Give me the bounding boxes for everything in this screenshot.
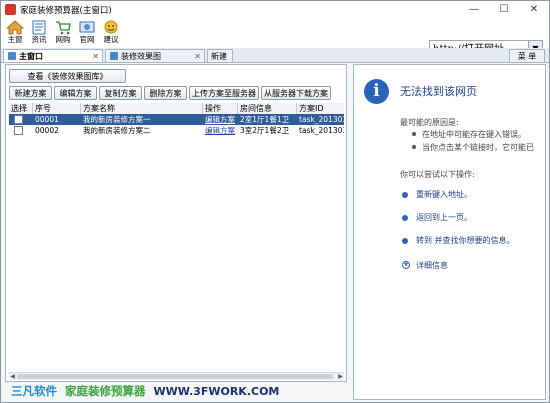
go-back-link[interactable]: 返回到上一页。 — [416, 212, 472, 223]
tab-new[interactable]: 新建 — [207, 49, 233, 62]
tab-new-label: 新建 — [211, 52, 227, 61]
try-heading: 你可以尝试以下操作: — [400, 170, 475, 179]
toolbar-news-button[interactable]: 资讯 — [27, 20, 51, 48]
toolbar-suggestion-label: 建议 — [103, 35, 119, 44]
toolbar-official-site-button[interactable]: 官网 — [75, 20, 99, 48]
column-room-info[interactable]: 房间信息 — [238, 103, 297, 114]
title-bar: 家庭装修预算器(主窗口) — ☐ ✕ — [1, 1, 549, 18]
toolbar-home-button[interactable]: 主窗 — [3, 20, 27, 48]
row-plan-id: task_20130301 — [299, 126, 344, 135]
browser-panel: i 无法找到该网页 最可能的原因是: 在地址中可能存在键入错误。 当你点击某个链… — [353, 64, 546, 400]
error-title: 无法找到该网页 — [400, 85, 477, 98]
toolbar-suggestion-button[interactable]: 建议 — [99, 20, 123, 48]
row-room-info: 2室1厅1餐1卫 — [240, 115, 290, 124]
menu-button[interactable]: 菜 单 — [509, 49, 545, 62]
app-icon — [5, 4, 16, 15]
official-site-icon — [79, 21, 95, 33]
row-number: 00001 — [35, 115, 59, 124]
brand-banner: 三凡软件 家庭装修预算器 WWW.3FWORK.COM — [11, 383, 279, 399]
brand-website: WWW.3FWORK.COM — [153, 385, 280, 398]
row-room-info: 3室2厅1餐2卫 — [240, 126, 290, 135]
info-icon: i — [364, 79, 389, 104]
column-operation[interactable]: 操作 — [203, 103, 238, 114]
edit-plan-button[interactable]: 编辑方案 — [54, 86, 97, 100]
tab-page-icon — [8, 52, 16, 60]
tab-close-icon[interactable]: ✕ — [92, 50, 99, 63]
row-edit-link-cell: 编辑方案 — [203, 114, 238, 125]
tab-strip: 主窗口 ✕ 装修效果图 ✕ 新建 菜 单 — [1, 48, 549, 63]
brand-product: 家庭装修预算器 — [65, 384, 146, 398]
toolbar-shopping-button[interactable]: 网购 — [51, 20, 75, 48]
tab-renderings[interactable]: 装修效果图 ✕ — [105, 49, 205, 62]
column-select[interactable]: 选择 — [9, 103, 33, 114]
edit-plan-link[interactable]: 编辑方案 — [205, 126, 235, 135]
action-bullet-icon — [402, 192, 408, 198]
chevron-down-icon[interactable]: ▼ — [402, 261, 410, 269]
column-plan-name[interactable]: 方案名称 — [81, 103, 203, 114]
tab-close-icon[interactable]: ✕ — [194, 50, 201, 63]
shopping-icon — [56, 21, 71, 35]
copy-plan-button[interactable]: 复制方案 — [99, 86, 142, 100]
row-plan-name: 我的新房装修方案二 — [83, 126, 151, 135]
news-icon — [32, 20, 46, 35]
download-plan-button[interactable]: 从服务器下载方案 — [261, 86, 331, 100]
home-icon — [6, 20, 24, 35]
row-checkbox[interactable] — [14, 126, 23, 135]
new-plan-button[interactable]: 新建方案 — [9, 86, 52, 100]
scroll-right-icon[interactable]: ▶ — [337, 373, 344, 380]
tab-page-icon — [110, 52, 118, 60]
column-number[interactable]: 序号 — [33, 103, 81, 114]
toolbar-news-label: 资讯 — [31, 35, 47, 44]
row-plan-id: task_20130301 — [299, 115, 344, 124]
find-info-link[interactable]: 转到 并查找你想要的信息。 — [416, 235, 515, 246]
upload-plan-button[interactable]: 上传方案至服务器 — [189, 86, 259, 100]
column-plan-id[interactable]: 方案ID — [297, 103, 344, 114]
brand-company: 三凡软件 — [11, 384, 57, 398]
details-link[interactable]: 详细信息 — [416, 260, 448, 271]
scrollbar-thumb[interactable] — [17, 374, 333, 379]
window-title: 家庭装修预算器(主窗口) — [20, 6, 112, 16]
toolbar-home-label: 主窗 — [7, 35, 23, 44]
bullet-icon — [412, 132, 416, 136]
toolbar-shopping-label: 网购 — [55, 35, 71, 44]
suggestion-icon — [104, 20, 118, 34]
toolbar: 主窗 资讯 网购 官网 建议 — [1, 18, 549, 57]
scroll-left-icon[interactable]: ◀ — [9, 373, 16, 380]
action-bullet-icon — [402, 215, 408, 221]
action-bullet-icon — [402, 238, 408, 244]
row-number: 00002 — [35, 126, 59, 135]
reason-item: 在地址中可能存在键入错误。 — [422, 130, 526, 139]
minimize-button[interactable]: — — [459, 1, 489, 18]
table-row[interactable]: 00001 我的新房装修方案一 编辑方案 2室1厅1餐1卫 task_20130… — [9, 114, 344, 125]
reason-item: 当你点击某个链接时，它可能已 — [422, 143, 534, 152]
table-row[interactable]: 00002 我的新房装修方案二 编辑方案 3室2厅1餐2卫 task_20130… — [9, 125, 344, 136]
maximize-button[interactable]: ☐ — [489, 1, 519, 18]
tab-main-window[interactable]: 主窗口 ✕ — [3, 49, 103, 62]
view-gallery-button[interactable]: 查看《装修效果图库》 — [9, 69, 126, 83]
main-window: 家庭装修预算器(主窗口) — ☐ ✕ 主窗 资讯 网购 官网 建议 主窗口 ✕ … — [0, 0, 550, 403]
row-checkbox[interactable] — [14, 115, 23, 124]
plans-panel: 查看《装修效果图库》 新建方案 编辑方案 复制方案 删除方案 上传方案至服务器 … — [5, 64, 347, 382]
close-button[interactable]: ✕ — [519, 1, 549, 18]
row-plan-name: 我的新房装修方案一 — [83, 115, 151, 124]
row-edit-link-cell: 编辑方案 — [203, 125, 238, 136]
toolbar-official-site-label: 官网 — [79, 35, 95, 44]
tab-renderings-label: 装修效果图 — [121, 52, 161, 61]
bullet-icon — [412, 145, 416, 149]
tab-main-window-label: 主窗口 — [19, 52, 43, 61]
delete-plan-button[interactable]: 删除方案 — [144, 86, 187, 100]
retype-address-link[interactable]: 重新键入地址。 — [416, 189, 472, 200]
reasons-heading: 最可能的原因是: — [400, 118, 459, 127]
edit-plan-link[interactable]: 编辑方案 — [205, 115, 235, 124]
horizontal-scrollbar[interactable]: ◀ ▶ — [9, 372, 344, 380]
